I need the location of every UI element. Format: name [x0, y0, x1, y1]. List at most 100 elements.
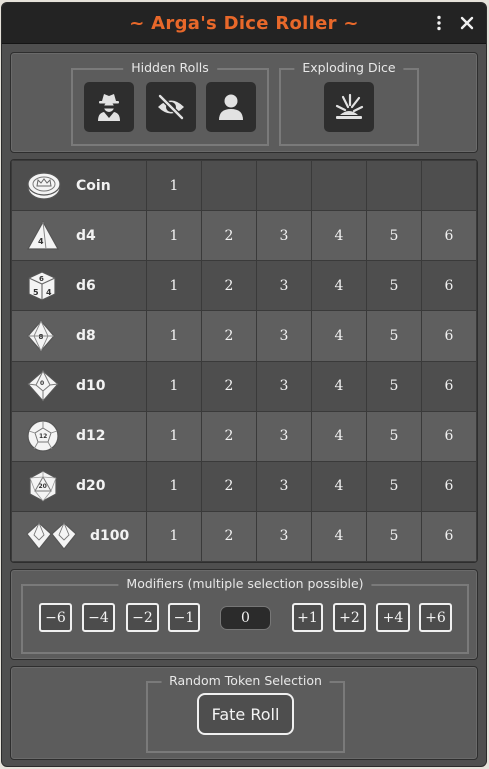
roll-d100-count-1-button[interactable]: 1 [146, 510, 202, 562]
svg-text:4: 4 [38, 237, 44, 246]
roll-d8-count-4-button[interactable]: 4 [311, 310, 367, 362]
empty-cell [421, 160, 477, 212]
roll-d20-count-6-button[interactable]: 6 [421, 460, 477, 512]
user-icon [219, 94, 243, 120]
roll-d10-count-3-button[interactable]: 3 [256, 360, 312, 412]
d10-icon: 0 [26, 367, 64, 405]
roll-d10-count-2-button[interactable]: 2 [201, 360, 257, 412]
hidden-roll-spy-button[interactable] [84, 82, 134, 132]
roll-d4-count-6-button[interactable]: 6 [421, 210, 477, 262]
exploding-dice-group: Exploding Dice [279, 60, 419, 146]
d12-icon: 12 [26, 417, 64, 455]
dice-name-cell: 0 d10 [11, 360, 147, 412]
dice-label: d20 [76, 478, 106, 495]
roll-d20-count-1-button[interactable]: 1 [146, 460, 202, 512]
modifier-minus-6-button[interactable]: −6 [39, 603, 72, 632]
dice-name: Coin [12, 167, 146, 205]
roll-d4-count-1-button[interactable]: 1 [146, 210, 202, 262]
modifier-plus-4-button[interactable]: +4 [376, 603, 410, 632]
title-bar[interactable]: ~ Arga's Dice Roller ~ [2, 3, 486, 44]
roll-d10-count-5-button[interactable]: 5 [366, 360, 422, 412]
roll-d12-count-6-button[interactable]: 6 [421, 410, 477, 462]
dice-name-cell: 8 d8 [11, 310, 147, 362]
dice-name: 4 d4 [12, 217, 146, 255]
svg-text:5: 5 [33, 288, 39, 297]
dice-name-cell: 4 d4 [11, 210, 147, 262]
roll-d10-count-4-button[interactable]: 4 [311, 360, 367, 412]
roll-d4-count-3-button[interactable]: 3 [256, 210, 312, 262]
roll-d100-count-4-button[interactable]: 4 [311, 510, 367, 562]
options-panel: Hidden Rolls Exploding Dice [10, 52, 478, 153]
roll-d8-count-6-button[interactable]: 6 [421, 310, 477, 362]
fate-roll-button[interactable]: Fate Roll [197, 693, 294, 735]
roll-d100-count-2-button[interactable]: 2 [201, 510, 257, 562]
roll-d10-count-6-button[interactable]: 6 [421, 360, 477, 412]
dice-label: d100 [90, 528, 130, 545]
roll-d20-count-2-button[interactable]: 2 [201, 460, 257, 512]
roll-d6-count-4-button[interactable]: 4 [311, 260, 367, 312]
roll-d20-count-4-button[interactable]: 4 [311, 460, 367, 512]
modifier-plus-2-button[interactable]: +2 [333, 603, 366, 632]
roll-coin-count-1-button[interactable]: 1 [146, 160, 202, 212]
dice-name: d100 [12, 517, 146, 555]
roll-d6-count-1-button[interactable]: 1 [146, 260, 202, 312]
roll-d8-count-3-button[interactable]: 3 [256, 310, 312, 362]
roll-d6-count-2-button[interactable]: 2 [201, 260, 257, 312]
roll-d12-count-3-button[interactable]: 3 [256, 410, 312, 462]
hidden-roll-blind-button[interactable] [146, 82, 196, 132]
dice-row-d10: 0 d10 1 2 3 4 5 6 [11, 360, 477, 412]
dice-name: 12 d12 [12, 417, 146, 455]
roll-d4-count-4-button[interactable]: 4 [311, 210, 367, 262]
svg-text:4: 4 [46, 288, 52, 297]
roll-d20-count-3-button[interactable]: 3 [256, 460, 312, 512]
modifier-plus-1-button[interactable]: +1 [292, 603, 323, 632]
roll-d6-count-5-button[interactable]: 5 [366, 260, 422, 312]
roll-d12-count-4-button[interactable]: 4 [311, 410, 367, 462]
close-button[interactable] [456, 11, 478, 35]
dice-row-d6: 6 5 4 d6 1 2 3 4 5 6 [11, 260, 477, 312]
roll-d8-count-1-button[interactable]: 1 [146, 310, 202, 362]
dice-row-d8: 8 d8 1 2 3 4 5 6 [11, 310, 477, 362]
dice-label: d6 [76, 277, 96, 294]
hidden-rolls-group: Hidden Rolls [71, 60, 269, 146]
hidden-roll-self-button[interactable] [206, 82, 256, 132]
close-icon [460, 16, 474, 30]
dice-table: Coin 1 4 d4 1 2 3 4 5 6 6 5 4 d6 1 2 3 4 5 6 8 d8 1 2 3 4 5 6 0 d10 1 2… [11, 160, 477, 562]
modifiers-legend: Modifiers (multiple selection possible) [118, 576, 372, 591]
roll-d20-count-5-button[interactable]: 5 [366, 460, 422, 512]
dice-label: d4 [76, 227, 96, 244]
hidden-rolls-legend: Hidden Rolls [123, 60, 217, 75]
dice-roller-window: ~ Arga's Dice Roller ~ Hidden Rolls Expl… [1, 2, 487, 767]
roll-d4-count-2-button[interactable]: 2 [201, 210, 257, 262]
modifier-minus-4-button[interactable]: −4 [82, 603, 115, 632]
roll-d100-count-3-button[interactable]: 3 [256, 510, 312, 562]
roll-d4-count-5-button[interactable]: 5 [366, 210, 422, 262]
modifier-plus-6-button[interactable]: +6 [419, 603, 452, 632]
d20-icon: 20 [26, 467, 64, 505]
dice-row-d12: 12 d12 1 2 3 4 5 6 [11, 410, 477, 462]
roll-d8-count-5-button[interactable]: 5 [366, 310, 422, 362]
exploding-dice-button[interactable] [324, 82, 374, 132]
svg-text:12: 12 [39, 433, 47, 440]
svg-text:6: 6 [39, 275, 44, 283]
menu-button[interactable] [428, 11, 450, 35]
roll-d8-count-2-button[interactable]: 2 [201, 310, 257, 362]
dice-row-d100: d100 1 2 3 4 5 6 [11, 510, 477, 562]
spy-icon [98, 94, 120, 121]
roll-d12-count-1-button[interactable]: 1 [146, 410, 202, 462]
dice-name-cell: Coin [11, 160, 147, 212]
roll-d100-count-6-button[interactable]: 6 [421, 510, 477, 562]
roll-d12-count-2-button[interactable]: 2 [201, 410, 257, 462]
roll-d100-count-5-button[interactable]: 5 [366, 510, 422, 562]
roll-d6-count-6-button[interactable]: 6 [421, 260, 477, 312]
empty-cell [366, 160, 422, 212]
dice-row-d20: 20 d20 1 2 3 4 5 6 [11, 460, 477, 512]
modifier-minus-2-button[interactable]: −2 [126, 603, 159, 632]
roll-d10-count-1-button[interactable]: 1 [146, 360, 202, 412]
d6-icon: 654 [26, 267, 64, 305]
roll-d12-count-5-button[interactable]: 5 [366, 410, 422, 462]
dice-name: 8 d8 [12, 317, 146, 355]
modifier-minus-1-button[interactable]: −1 [168, 603, 200, 632]
dice-name-cell: d100 [11, 510, 147, 562]
roll-d6-count-3-button[interactable]: 3 [256, 260, 312, 312]
